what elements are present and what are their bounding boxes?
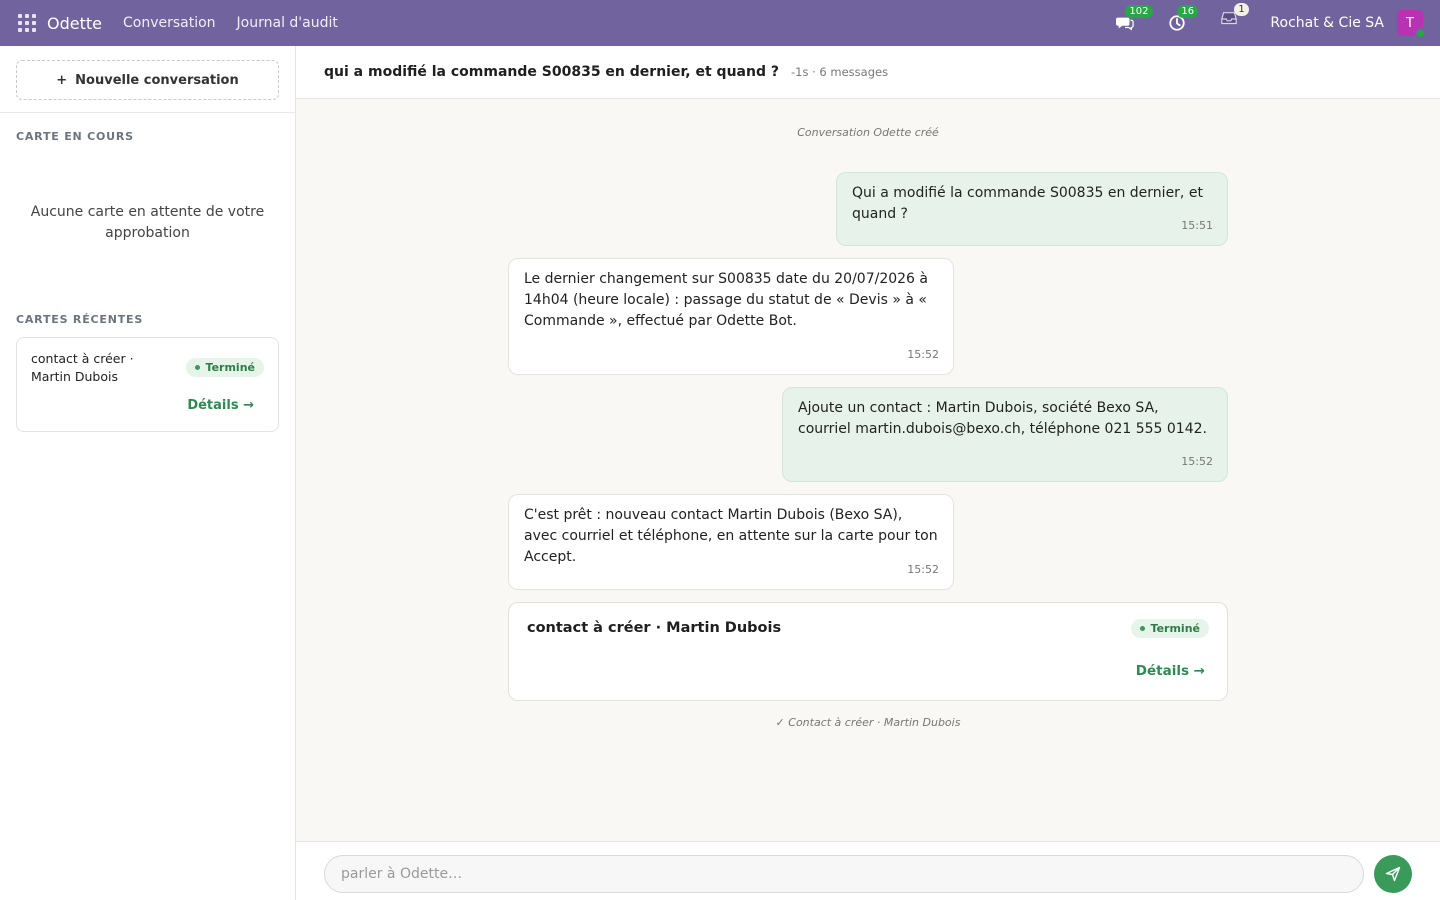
activities-button[interactable]: 16: [1166, 5, 1199, 34]
bot-message: Le dernier changement sur S00835 date du…: [508, 258, 954, 375]
status-badge: Terminé: [1130, 619, 1209, 638]
status-dot-icon: [1139, 626, 1145, 631]
user-message: Ajoute un contact : Martin Dubois, socié…: [782, 387, 1228, 482]
alerts-button[interactable]: 1: [1218, 3, 1249, 34]
current-card-section-title: CARTE EN COURS: [16, 130, 134, 143]
conversation-created-note: Conversation Odette créé: [797, 126, 939, 139]
conversation-header: qui a modifié la commande S00835 en dern…: [296, 46, 1440, 99]
no-pending-card-message: Aucune carte en attente de votre approba…: [30, 204, 265, 241]
message-text: Ajoute un contact : Martin Dubois, socié…: [798, 400, 1207, 437]
messages-button[interactable]: 102: [1114, 5, 1153, 34]
message-time: 15:52: [907, 563, 939, 576]
card-done-note: ✓ Contact à créer · Martin Dubois: [775, 716, 961, 729]
paper-plane-icon: [1385, 866, 1401, 882]
navbar-systray: 102 16 1 Rochat & Cie SA T: [1114, 0, 1440, 46]
conversation-meta: -1s · 6 messages: [790, 65, 889, 79]
message-time: 15:52: [1181, 455, 1213, 468]
bot-message: C'est prêt : nouveau contact Martin Dubo…: [508, 494, 954, 590]
conversation-panel: qui a modifié la commande S00835 en dern…: [296, 46, 1440, 900]
action-card-details-link[interactable]: Détails →: [1136, 663, 1205, 679]
message-text: Le dernier changement sur S00835 date du…: [524, 271, 928, 329]
alerts-count-badge: 1: [1234, 3, 1249, 16]
plus-icon: +: [56, 72, 68, 88]
activities-count-badge: 16: [1177, 5, 1199, 18]
user-avatar[interactable]: T: [1397, 10, 1426, 39]
message-text: Qui a modifié la commande S00835 en dern…: [852, 185, 1203, 222]
sidebar-divider: [0, 112, 295, 113]
recent-card-details-link[interactable]: Détails →: [187, 398, 254, 413]
status-label: Terminé: [205, 361, 255, 374]
composer: [296, 841, 1440, 900]
message-time: 15:51: [1181, 219, 1213, 232]
recent-cards-section-title: CARTES RÉCENTES: [16, 313, 144, 326]
company-switcher[interactable]: Rochat & Cie SA: [1270, 15, 1384, 31]
top-navbar: Odette Conversation Journal d'audit 102 …: [0, 0, 1440, 46]
status-dot-icon: [194, 365, 200, 370]
online-status-dot: [1415, 28, 1426, 39]
apps-grid-icon[interactable]: [18, 14, 36, 32]
conversation-title: qui a modifié la commande S00835 en dern…: [324, 64, 779, 80]
action-card-title: contact à créer · Martin Dubois: [527, 620, 782, 636]
app-brand[interactable]: Odette: [47, 14, 102, 33]
sidebar: + Nouvelle conversation CARTE EN COURS A…: [0, 46, 296, 900]
user-message: Qui a modifié la commande S00835 en dern…: [836, 172, 1228, 246]
new-conversation-button[interactable]: + Nouvelle conversation: [16, 60, 279, 100]
menu-conversation[interactable]: Conversation: [123, 15, 216, 31]
new-conversation-label: Nouvelle conversation: [75, 72, 239, 88]
message-time: 15:52: [907, 348, 939, 361]
status-label: Terminé: [1150, 622, 1200, 635]
send-button[interactable]: [1374, 855, 1412, 893]
menu-audit-journal[interactable]: Journal d'audit: [237, 15, 338, 31]
status-badge: Terminé: [185, 358, 264, 377]
avatar-letter: T: [1406, 15, 1414, 31]
messages-count-badge: 102: [1125, 5, 1153, 18]
message-text: C'est prêt : nouveau contact Martin Dubo…: [524, 507, 938, 565]
recent-card-title: contact à créer · Martin Dubois: [31, 351, 134, 384]
recent-card[interactable]: contact à créer · Martin Dubois Terminé …: [16, 337, 279, 432]
chat-input[interactable]: [324, 855, 1364, 893]
action-card[interactable]: contact à créer · Martin Dubois Terminé …: [508, 602, 1228, 701]
